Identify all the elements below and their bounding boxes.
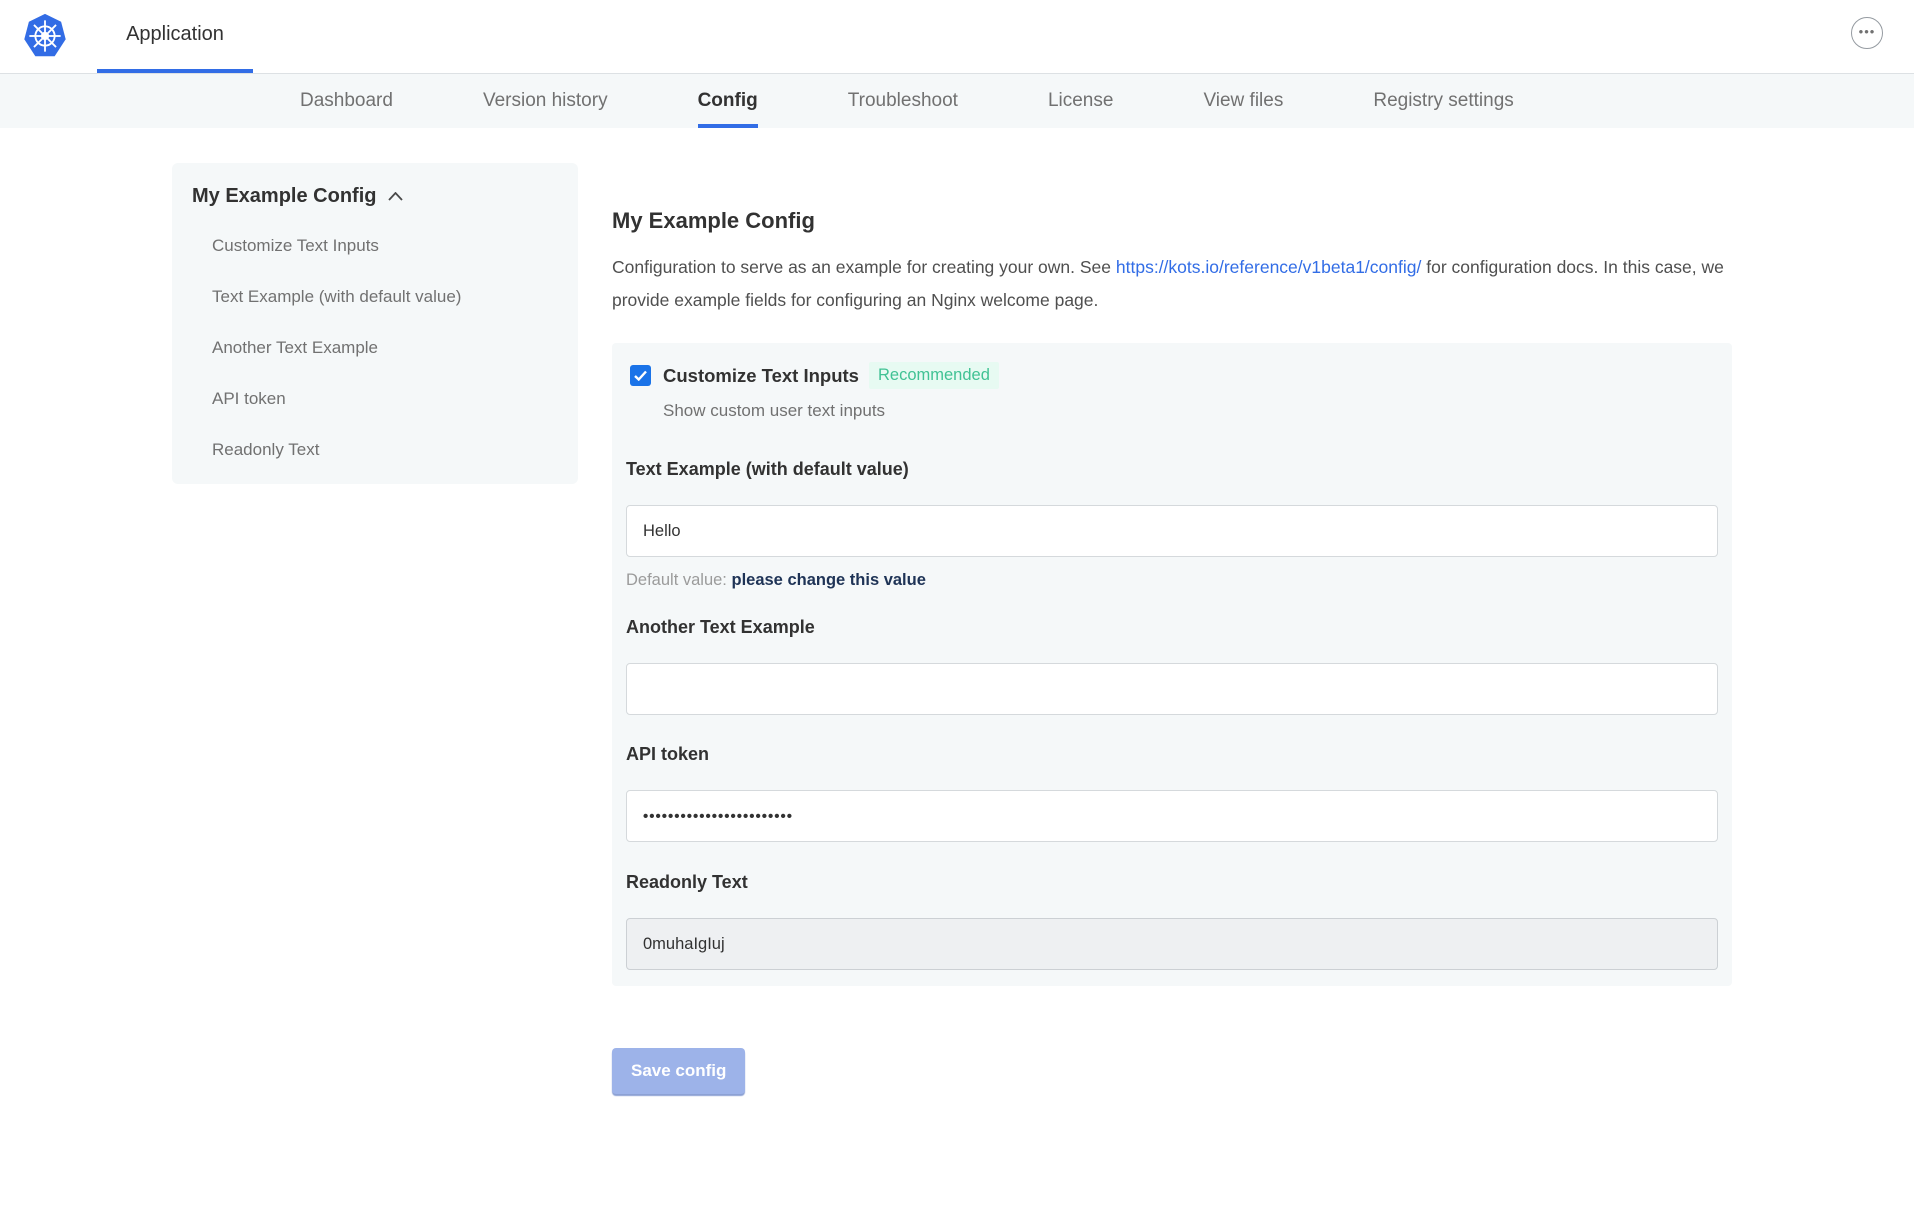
default-value-text: please change this value xyxy=(731,571,925,589)
config-fields-panel: Customize Text Inputs Recommended Show c… xyxy=(612,343,1732,986)
application-tab-label: Application xyxy=(126,23,224,46)
sidebar-item-customize-text-inputs[interactable]: Customize Text Inputs xyxy=(192,236,558,256)
text-example-input[interactable] xyxy=(626,505,1718,557)
api-token-input[interactable] xyxy=(626,790,1718,842)
recommended-badge: Recommended xyxy=(869,362,999,389)
text-example-help: Default value: please change this value xyxy=(626,571,1718,590)
default-value-prefix: Default value: xyxy=(626,571,731,589)
config-title: My Example Config xyxy=(612,208,1732,234)
sidebar-item-another-text-example[interactable]: Another Text Example xyxy=(192,338,558,358)
config-description: Configuration to serve as an example for… xyxy=(612,251,1732,317)
chevron-up-icon xyxy=(388,192,403,201)
kubernetes-logo-icon xyxy=(22,13,68,59)
app-nav-tabs: Dashboard Version history Config Trouble… xyxy=(0,74,1914,128)
overflow-menu-button[interactable]: ••• xyxy=(1851,17,1883,49)
tab-registry-settings[interactable]: Registry settings xyxy=(1373,74,1513,128)
config-group-title: My Example Config xyxy=(192,185,376,208)
description-text-before: Configuration to serve as an example for… xyxy=(612,257,1116,277)
another-text-example-input[interactable] xyxy=(626,663,1718,715)
application-tab[interactable]: Application xyxy=(97,0,253,73)
another-text-example-label: Another Text Example xyxy=(626,617,1718,638)
config-main: My Example Config Configuration to serve… xyxy=(612,163,1732,1094)
checkmark-icon xyxy=(634,370,647,381)
tab-view-files[interactable]: View files xyxy=(1203,74,1283,128)
config-page: My Example Config Customize Text Inputs … xyxy=(0,128,1914,1094)
api-token-label: API token xyxy=(626,744,1718,765)
tab-config[interactable]: Config xyxy=(698,74,758,128)
tab-version-history[interactable]: Version history xyxy=(483,74,608,128)
config-group-toggle[interactable]: My Example Config xyxy=(192,185,558,208)
sidebar-item-api-token[interactable]: API token xyxy=(192,389,558,409)
readonly-text-input xyxy=(626,918,1718,970)
readonly-text-label: Readonly Text xyxy=(626,872,1718,893)
text-example-label: Text Example (with default value) xyxy=(626,459,1718,480)
customize-text-inputs-checkbox[interactable] xyxy=(630,365,651,386)
customize-text-inputs-row: Customize Text Inputs Recommended xyxy=(630,362,1718,389)
customize-text-inputs-label: Customize Text Inputs xyxy=(663,365,859,387)
config-outline-sidebar: My Example Config Customize Text Inputs … xyxy=(172,163,578,484)
save-config-button[interactable]: Save config xyxy=(612,1048,745,1094)
tab-troubleshoot[interactable]: Troubleshoot xyxy=(848,74,958,128)
app-header: Application ••• xyxy=(0,0,1914,74)
tab-dashboard[interactable]: Dashboard xyxy=(300,74,393,128)
tab-license[interactable]: License xyxy=(1048,74,1114,128)
ellipsis-icon: ••• xyxy=(1859,25,1876,42)
sidebar-item-readonly-text[interactable]: Readonly Text xyxy=(192,440,558,460)
config-docs-link[interactable]: https://kots.io/reference/v1beta1/config… xyxy=(1116,257,1421,277)
customize-text-inputs-help: Show custom user text inputs xyxy=(663,401,1718,421)
config-outline-list: Customize Text Inputs Text Example (with… xyxy=(192,236,558,460)
sidebar-item-text-example[interactable]: Text Example (with default value) xyxy=(192,287,558,307)
